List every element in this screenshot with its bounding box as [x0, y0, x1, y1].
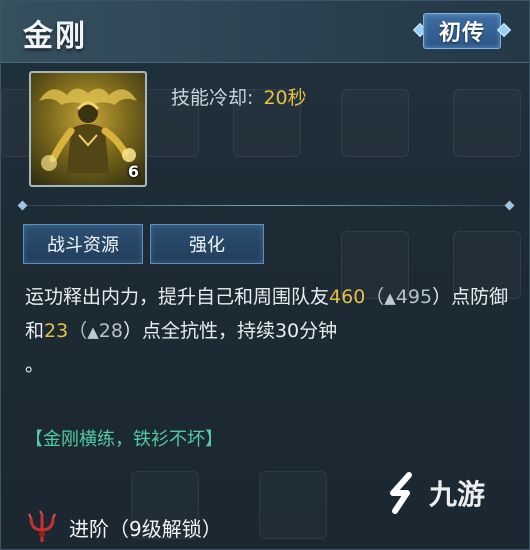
- cooldown-label: 技能冷却:: [171, 87, 254, 109]
- tag-combat-resource[interactable]: 战斗资源: [23, 224, 143, 264]
- skill-tooltip: 金刚 初传 6 技能冷却: 20秒 战斗资源 强化 运功释出内力，提升自己和周围…: [0, 0, 530, 550]
- resistance-upgrade-value: 28: [98, 320, 123, 342]
- rank-label: 初传: [438, 21, 485, 46]
- skill-description: 运功释出内力，提升自己和周围队友460（▲495）点防御和23（▲28）点全抗性…: [25, 281, 511, 382]
- resistance-value: 23: [44, 320, 69, 342]
- rank-badge: 初传: [412, 13, 512, 49]
- description-text: ）点全抗性，持续30分钟: [122, 320, 338, 342]
- description-text: 运功释出内力，提升自己和周围队友: [25, 286, 330, 308]
- upgrade-arrow-icon: ▲: [87, 323, 99, 341]
- upgrade-arrow-icon: ▲: [384, 289, 396, 307]
- cooldown-value: 20秒: [263, 87, 307, 109]
- divider: [23, 205, 509, 206]
- skill-title: 金刚: [23, 19, 87, 54]
- tooltip-header: 金刚 初传: [1, 1, 529, 63]
- skill-level-badge: 6: [127, 162, 139, 181]
- background-skill-slot: [259, 471, 327, 539]
- tag-enhance[interactable]: 强化: [150, 224, 264, 264]
- divider-right-dot: [504, 200, 515, 211]
- watermark: 九游: [383, 471, 485, 515]
- defense-value: 460: [329, 286, 366, 308]
- divider-left-dot: [17, 200, 28, 211]
- 9game-logo-icon: [390, 472, 412, 514]
- defense-upgrade-value: 495: [395, 286, 433, 308]
- description-text: （: [365, 286, 385, 308]
- background-skill-slot: [453, 89, 521, 157]
- watermark-text: 九游: [429, 478, 486, 511]
- cooldown-row: 技能冷却: 20秒: [171, 83, 307, 110]
- advance-label: 进阶（9级解锁）: [69, 516, 222, 541]
- description-text: （: [68, 320, 88, 342]
- advance-row[interactable]: 进阶（9级解锁）: [25, 509, 222, 545]
- background-skill-slot: [341, 89, 409, 157]
- skill-portrait: 6: [29, 71, 147, 187]
- trident-icon: [28, 510, 56, 542]
- description-text: 。: [25, 354, 45, 376]
- flavor-text: 【金刚横练，铁衫不坏】: [25, 429, 223, 450]
